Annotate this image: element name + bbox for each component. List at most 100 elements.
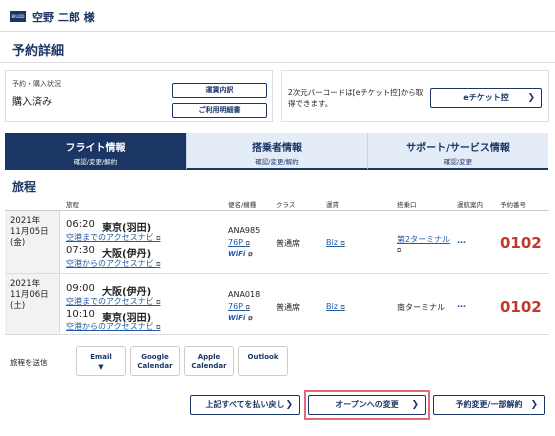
divider (5, 273, 549, 274)
arrival-time: 10:10 (66, 309, 95, 320)
date-day: 11月06日 (10, 290, 49, 300)
change-reservation-button[interactable]: 予約変更/一部解約 ❯ (433, 395, 545, 415)
access-navi-label: 空港からのアクセスナビ (66, 322, 154, 331)
external-link-icon: ⧉ (340, 304, 345, 311)
external-link-icon: ⧉ (245, 240, 250, 247)
eticket-panel: 2次元バーコードは[eチケット控]から取得できます。 eチケット控 ❯ (281, 70, 549, 122)
date-weekday: (土) (10, 301, 26, 311)
chevron-right-icon: ❯ (530, 400, 538, 410)
send-email-button[interactable]: Email ▼ (76, 346, 126, 376)
tab-passenger-info[interactable]: 搭乗者情報 確認/変更/解約 (186, 133, 367, 170)
aircraft-link[interactable]: 76P ⧉ (228, 238, 250, 248)
detail-tabs: フライト情報 確認/変更/解約 搭乗者情報 確認/変更/解約 サポート/サービス… (5, 133, 549, 170)
departure-time: 09:00 (66, 283, 95, 294)
eticket-button-label: eチケット控 (463, 93, 509, 102)
fare-label: Biz (326, 238, 338, 247)
tab-sublabel: 確認/変更/解約 (255, 158, 299, 166)
access-navi-link[interactable]: 空港までのアクセスナビ ⧉ (66, 296, 160, 307)
chevron-down-icon[interactable]: ⌄ (86, 9, 94, 20)
gate-link[interactable]: 第2ターミナル (397, 235, 450, 244)
flight-number: ANA018 (228, 290, 261, 299)
refund-all-label: 上記すべてを払い戻し (205, 400, 285, 409)
divider (5, 334, 549, 335)
seat-class: 普通席 (276, 239, 300, 248)
send-itinerary-label: 旅程を送信 (10, 358, 48, 367)
external-link-icon: ⧉ (340, 240, 345, 247)
arrival-time: 07:30 (66, 245, 95, 256)
external-link-icon: ⧉ (247, 251, 253, 258)
date-weekday: (金) (10, 238, 26, 248)
send-apple-calendar-button[interactable]: Apple Calendar (184, 346, 234, 376)
chevron-right-icon: ❯ (411, 400, 419, 410)
seat-class: 普通席 (276, 303, 300, 312)
reservation-number: 0102 (500, 298, 542, 316)
col-header-status: 運航案内 (457, 201, 483, 209)
date-year: 2021年 (10, 216, 41, 226)
fare-label: Biz (326, 302, 338, 311)
refund-all-button[interactable]: 上記すべてを払い戻し ❯ (190, 395, 300, 415)
wifi-icon[interactable]: WiFi ⧉ (228, 314, 252, 323)
change-to-open-label: オープンへの変更 (335, 400, 399, 409)
tab-label: 搭乗者情報 (252, 143, 302, 154)
fare-link[interactable]: Biz ⧉ (326, 302, 345, 312)
col-header-class: クラス (276, 201, 296, 209)
chevron-right-icon: ❯ (285, 400, 293, 410)
tab-label: フライト情報 (65, 143, 126, 154)
aircraft-label: 76P (228, 302, 244, 311)
chevron-right-icon: ❯ (527, 93, 535, 103)
col-header-fare: 運賃 (326, 201, 339, 209)
access-navi-link[interactable]: 空港までのアクセスナビ ⧉ (66, 232, 160, 243)
top-bar: BIUDD 空野 二郎 様 ⌄ (0, 0, 555, 32)
gate-text: 南ターミナル (397, 303, 445, 312)
reservation-number: 0102 (500, 234, 542, 252)
col-header-resno: 予約番号 (500, 201, 526, 209)
table-row: 2021年 11月05日 (金) (10, 216, 49, 249)
flight-status-button[interactable]: … (457, 300, 466, 310)
access-navi-link[interactable]: 空港からのアクセスナビ ⧉ (66, 321, 160, 332)
send-google-calendar-button[interactable]: Google Calendar (130, 346, 180, 376)
access-navi-label: 空港からのアクセスナビ (66, 259, 154, 268)
tab-sublabel: 確認/変更 (443, 158, 473, 166)
tab-flight-info[interactable]: フライト情報 確認/変更/解約 (5, 133, 186, 170)
fare-link[interactable]: Biz ⧉ (326, 238, 345, 248)
flight-status-button[interactable]: … (457, 236, 466, 246)
receipt-button[interactable]: ご利用明細書 (172, 103, 267, 118)
departure-time: 06:20 (66, 219, 95, 230)
external-link-icon: ⧉ (247, 315, 253, 322)
tab-label: サポート/サービス情報 (406, 143, 510, 154)
send-button-label: Email (90, 353, 112, 361)
date-year: 2021年 (10, 279, 41, 289)
col-header-flight: 便名/機種 (228, 201, 257, 209)
tab-support-info[interactable]: サポート/サービス情報 確認/変更 (367, 133, 548, 170)
status-label: 予約・購入状況 (12, 80, 61, 88)
purchase-status-panel: 予約・購入状況 購入済み 運賃内訳 ご利用明細書 (5, 70, 273, 122)
date-day: 11月05日 (10, 227, 49, 237)
wifi-icon[interactable]: WiFi ⧉ (228, 250, 252, 259)
aircraft-link[interactable]: 76P ⧉ (228, 302, 250, 312)
status-value: 購入済み (12, 97, 52, 108)
flight-number: ANA985 (228, 226, 261, 235)
access-navi-link[interactable]: 空港からのアクセスナビ ⧉ (66, 258, 160, 269)
eticket-note: 2次元バーコードは[eチケット控]から取得できます。 (288, 88, 424, 108)
external-link-icon: ⧉ (156, 299, 161, 306)
page-title: 予約詳細 (12, 44, 65, 59)
external-link-icon: ⧉ (397, 247, 402, 254)
fare-breakdown-button[interactable]: 運賃内訳 (172, 83, 267, 98)
change-reservation-label: 予約変更/一部解約 (455, 400, 523, 409)
wifi-label: WiFi (228, 314, 246, 322)
wifi-label: WiFi (228, 250, 246, 258)
tab-sublabel: 確認/変更/解約 (73, 158, 118, 166)
send-outlook-button[interactable]: Outlook (238, 346, 288, 376)
access-navi-label: 空港までのアクセスナビ (66, 233, 154, 242)
airline-logo: BIUDD (10, 11, 26, 22)
external-link-icon: ⧉ (245, 304, 250, 311)
external-link-icon: ⧉ (156, 235, 161, 242)
change-to-open-button[interactable]: オープンへの変更 ❯ (308, 395, 426, 415)
gate-cell[interactable]: 第2ターミナル ⧉ (397, 234, 450, 255)
caret-down-icon: ▼ (98, 363, 104, 371)
col-header-gate: 搭乗口 (397, 201, 417, 209)
divider (5, 210, 549, 211)
eticket-button[interactable]: eチケット控 ❯ (430, 88, 542, 108)
col-header-route: 旅程 (66, 201, 79, 209)
aircraft-label: 76P (228, 238, 244, 247)
